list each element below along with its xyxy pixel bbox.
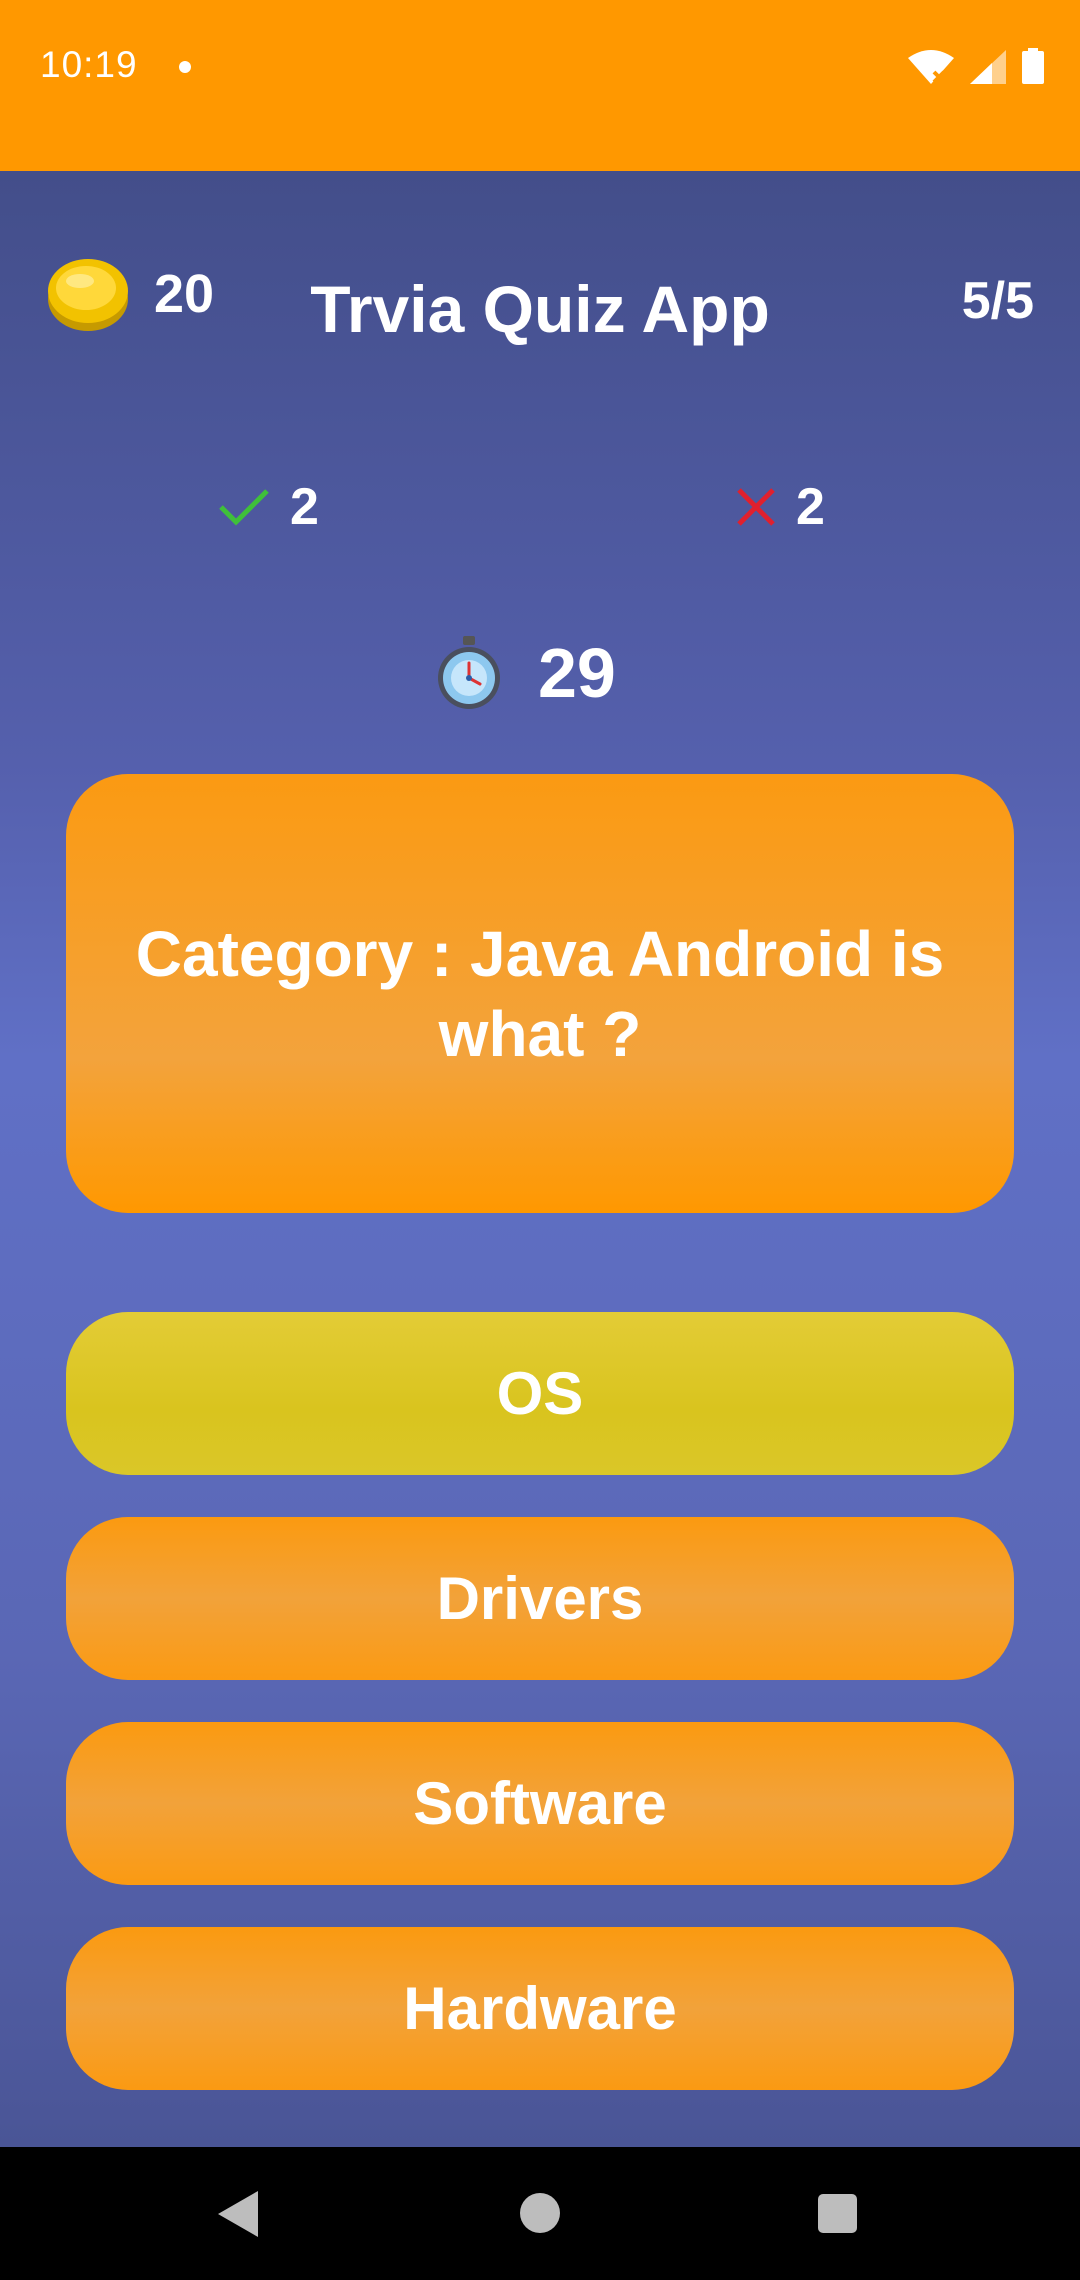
status-time: 10:19: [40, 44, 138, 85]
quiz-screen: 20 Trvia Quiz App 5/5 2 2 29 Category : …: [0, 171, 1080, 2147]
timer-value: 29: [538, 634, 616, 712]
question-progress: 5/5: [961, 272, 1034, 330]
correct-count: 2: [290, 478, 319, 536]
recents-icon[interactable]: [818, 2194, 857, 2233]
wrong-count-group: 2: [736, 477, 825, 537]
answer-option-4[interactable]: Hardware: [66, 1927, 1014, 2090]
back-icon[interactable]: [218, 2191, 258, 2237]
answer-option-1[interactable]: OS: [66, 1312, 1014, 1475]
question-card: Category : Java Android is what ?: [66, 774, 1014, 1213]
wrong-count: 2: [796, 478, 825, 536]
timer-group: 29: [436, 633, 616, 713]
correct-count-group: 2: [218, 477, 319, 537]
cross-icon: [737, 488, 775, 526]
question-text: Category : Java Android is what ?: [135, 917, 945, 1070]
check-icon: [219, 489, 269, 526]
stopwatch-icon: [438, 636, 500, 709]
status-icons: [908, 48, 1044, 84]
answer-option-2[interactable]: Drivers: [66, 1517, 1014, 1680]
signal-icon: [970, 50, 1006, 84]
app-title: Trvia Quiz App: [310, 272, 770, 346]
home-icon[interactable]: [520, 2193, 560, 2233]
battery-icon: [1022, 48, 1044, 84]
answer-option-3[interactable]: Software: [66, 1722, 1014, 1885]
navigation-bar: [0, 2147, 1080, 2280]
wifi-icon: [908, 50, 954, 84]
notification-dot-icon: [179, 61, 191, 73]
status-bar: 10:19: [0, 0, 1080, 171]
